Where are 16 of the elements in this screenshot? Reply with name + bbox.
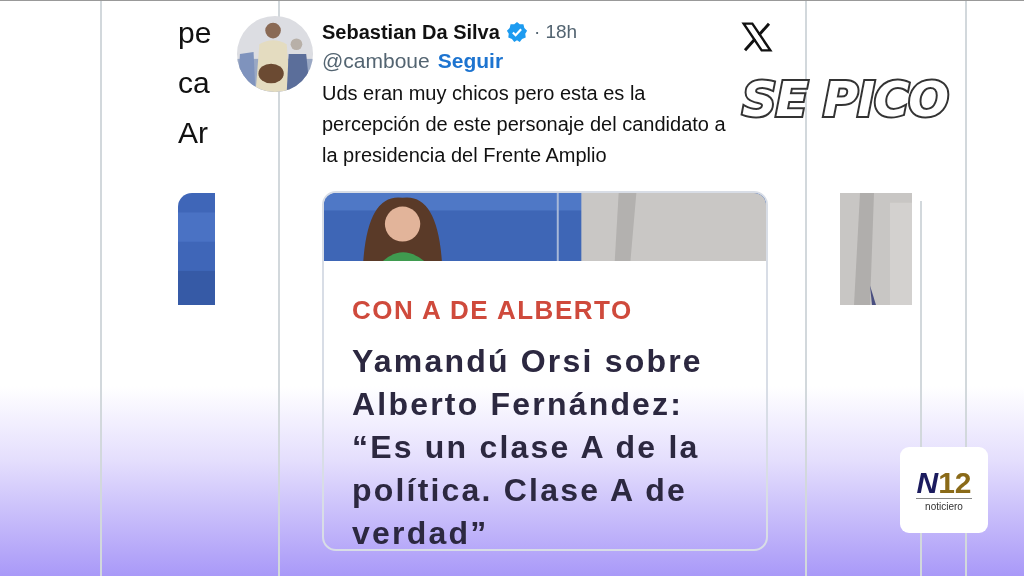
logo-name: noticiero bbox=[925, 501, 963, 512]
article-kicker: CON A DE ALBERTO bbox=[352, 295, 634, 326]
logo-number: 12 bbox=[938, 468, 972, 498]
follow-link[interactable]: Seguir bbox=[437, 49, 504, 73]
overlay-title: SE PICO bbox=[742, 71, 949, 127]
background-tweet-text: ca bbox=[178, 65, 211, 101]
user-handle: @camboue bbox=[322, 49, 430, 73]
background-tweet-text: Ar bbox=[178, 115, 209, 151]
article-headline: Yamandú Orsi sobre Alberto Fernández: “Es un clase A de la política. Clase A de verdad” bbox=[352, 342, 704, 549]
post-time: · 18h bbox=[533, 21, 578, 43]
tweet-text: Uds eran muy chicos pero esta es la percepción de este personaje del candidato a la presidencia del Frente Amplio bbox=[322, 81, 727, 168]
x-logo-icon bbox=[740, 21, 774, 53]
author-name[interactable]: Sebastian Da Silva bbox=[322, 20, 500, 44]
link-card[interactable]: CON A DE ALBERTO Yamandú Orsi sobre Alberto Fernández: “Es un clase A de la política. Clase A de verdad” bbox=[322, 191, 768, 551]
background-tweet-text: pe bbox=[178, 15, 213, 51]
logo-letter: N bbox=[916, 468, 939, 498]
